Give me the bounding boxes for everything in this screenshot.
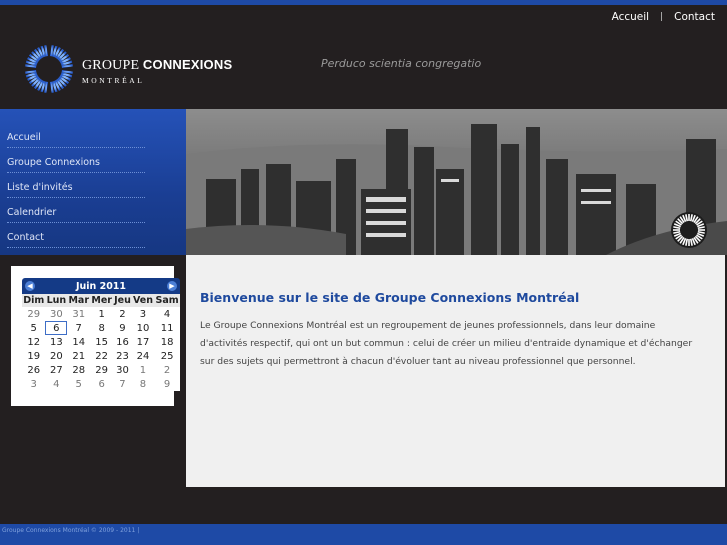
calendar-week-row: 3456789: [22, 377, 180, 391]
calendar-day[interactable]: 16: [113, 335, 132, 349]
calendar-weekday: Mar: [67, 294, 91, 307]
calendar-day[interactable]: 15: [90, 335, 113, 349]
footer-copyright: Groupe Connexions Montréal © 2009 - 2011…: [2, 527, 140, 534]
site-logo[interactable]: GROUPE CONNEXIONS MONTRÉAL: [24, 44, 232, 94]
calendar-days: 29 30 31 1 2 3 4 5 6 7 8 9 10 11 12 13 14 15 16 17 18 19 20 21 2…: [22, 307, 180, 391]
calendar-day[interactable]: 29: [22, 307, 45, 321]
calendar-day[interactable]: 1: [90, 307, 113, 321]
calendar-widget: ◀ Juin 2011 ▶ Dim Lun Mar Mer Jeu Ven Sam 29 30…: [22, 278, 180, 394]
calendar-day[interactable]: 26: [22, 363, 45, 377]
calendar-day[interactable]: 4: [45, 377, 67, 391]
calendar-day[interactable]: 27: [45, 363, 67, 377]
intro-paragraph: Le Groupe Connexions Montréal est un reg…: [200, 320, 693, 367]
calendar-day[interactable]: 1: [132, 363, 154, 377]
logo-wordmark: GROUPE CONNEXIONS MONTRÉAL: [82, 57, 232, 85]
calendar-day[interactable]: 20: [45, 349, 67, 363]
calendar-day[interactable]: 24: [132, 349, 154, 363]
nav-item-guest-list[interactable]: Liste d'invités: [7, 173, 145, 198]
calendar-day[interactable]: 23: [113, 349, 132, 363]
chevron-right-icon[interactable]: ▶: [166, 281, 177, 291]
calendar-weekday: Lun: [45, 294, 68, 307]
calendar-day[interactable]: 19: [22, 349, 45, 363]
nav-item-label: Liste d'invités: [7, 182, 73, 193]
top-link-separator: |: [660, 12, 664, 22]
calendar-day[interactable]: 4: [154, 307, 180, 321]
top-accent-bar: [0, 0, 727, 5]
page-footer: Groupe Connexions Montréal © 2009 - 2011…: [0, 524, 727, 545]
nav-item-calendar[interactable]: Calendrier: [7, 198, 145, 223]
top-links: Accueil | Contact: [612, 11, 715, 23]
logo-ring-icon: [25, 45, 73, 93]
calendar-day[interactable]: 17: [132, 335, 154, 349]
calendar-week-row: 26 27 28 29 30 1 2: [22, 363, 180, 377]
logo-line1-bold: CONNEXIONS: [142, 57, 233, 72]
site-tagline: Perduco scientia congregatio: [321, 57, 482, 70]
calendar-day[interactable]: 25: [154, 349, 180, 363]
calendar-day[interactable]: 6: [90, 377, 113, 391]
calendar-day[interactable]: 21: [67, 349, 90, 363]
calendar-day[interactable]: 5: [22, 321, 45, 335]
calendar-day[interactable]: 8: [132, 377, 154, 391]
calendar-day-today[interactable]: 6: [45, 321, 68, 335]
nav-item-contact[interactable]: Contact: [7, 223, 145, 248]
calendar-day[interactable]: 18: [154, 335, 180, 349]
nav-item-label: Contact: [7, 232, 44, 243]
chevron-left-icon[interactable]: ◀: [25, 281, 35, 291]
top-link-contact[interactable]: Contact: [674, 11, 715, 23]
calendar-day[interactable]: 9: [113, 321, 132, 335]
calendar-day[interactable]: 8: [90, 321, 113, 335]
nav-item-label: Calendrier: [7, 207, 57, 218]
calendar-day[interactable]: 7: [67, 321, 90, 335]
nav-item-label: Groupe Connexions: [7, 157, 100, 168]
calendar-week-row: 19 20 21 22 23 24 25: [22, 349, 180, 363]
main-navigation: Accueil Groupe Connexions Liste d'invité…: [0, 109, 186, 255]
calendar-day[interactable]: 31: [67, 307, 90, 321]
nav-item-groupe-connexions[interactable]: Groupe Connexions: [7, 148, 145, 173]
calendar-header: ◀ Juin 2011 ▶: [22, 278, 180, 294]
nav-item-home[interactable]: Accueil: [7, 123, 145, 148]
calendar-weekday: Mer: [90, 294, 114, 307]
calendar-day[interactable]: 14: [67, 335, 90, 349]
calendar-day[interactable]: 2: [113, 307, 132, 321]
logo-line2: MONTRÉAL: [82, 76, 145, 85]
top-link-home[interactable]: Accueil: [612, 11, 650, 23]
nav-item-label: Accueil: [7, 132, 41, 143]
calendar-panel: ◀ Juin 2011 ▶ Dim Lun Mar Mer Jeu Ven Sam 29 30…: [11, 266, 180, 406]
main-content: Bienvenue sur le site de Groupe Connexio…: [186, 255, 725, 487]
calendar-day[interactable]: 5: [67, 377, 90, 391]
page-title: Bienvenue sur le site de Groupe Connexio…: [200, 290, 580, 305]
calendar-day[interactable]: 30: [113, 363, 132, 377]
calendar-week-row: 12 13 14 15 16 17 18: [22, 335, 180, 349]
skyline-image: [186, 109, 727, 255]
calendar-weekday: Ven: [131, 294, 155, 307]
calendar-day[interactable]: 7: [113, 377, 132, 391]
calendar-week-row: 5 6 7 8 9 10 11: [22, 321, 180, 335]
calendar-day[interactable]: 12: [22, 335, 45, 349]
calendar-month-label: Juin 2011: [75, 280, 127, 292]
calendar-weekdays-row: Dim Lun Mar Mer Jeu Ven Sam: [22, 294, 180, 307]
calendar-weekday: Jeu: [113, 294, 132, 307]
calendar-day[interactable]: 28: [67, 363, 90, 377]
calendar-grid: Dim Lun Mar Mer Jeu Ven Sam 29 30 31 1 2 3 4 5 6 7 8 9 10 1…: [22, 294, 180, 391]
city-skyline-banner: [186, 109, 727, 255]
calendar-day[interactable]: 30: [45, 307, 67, 321]
calendar-day[interactable]: 11: [154, 321, 180, 335]
calendar-day[interactable]: 9: [154, 377, 180, 391]
calendar-day[interactable]: 13: [45, 335, 67, 349]
calendar-day[interactable]: 3: [132, 307, 154, 321]
logo-line1-regular: GROUPE: [82, 58, 140, 73]
calendar-day[interactable]: 3: [22, 377, 45, 391]
calendar-day[interactable]: 22: [90, 349, 113, 363]
calendar-day[interactable]: 10: [132, 321, 154, 335]
calendar-weekday: Sam: [154, 294, 180, 307]
calendar-weekday: Dim: [22, 294, 46, 307]
calendar-week-row: 29 30 31 1 2 3 4: [22, 307, 180, 321]
calendar-day[interactable]: 2: [154, 363, 180, 377]
calendar-day[interactable]: 29: [90, 363, 113, 377]
